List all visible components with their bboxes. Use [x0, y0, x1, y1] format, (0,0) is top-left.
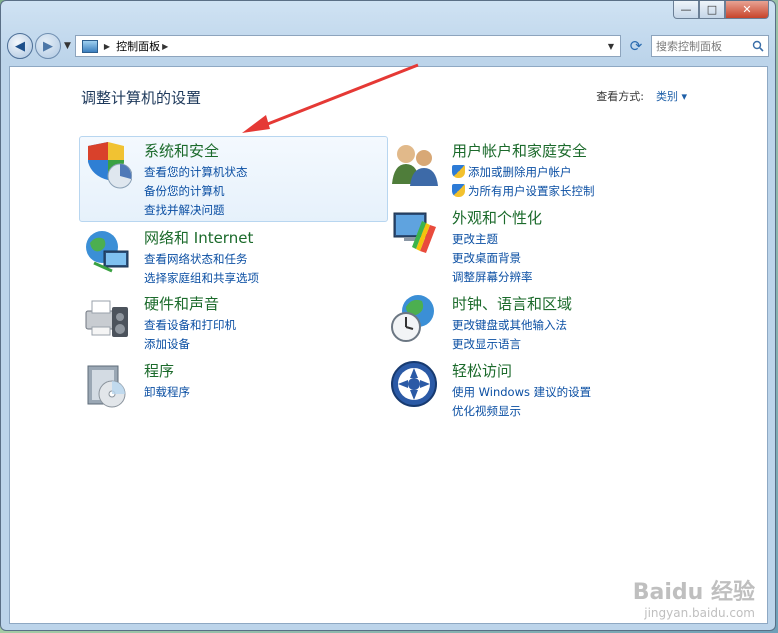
link-display-language[interactable]: 更改显示语言 [452, 334, 567, 353]
system-security-icon [88, 142, 132, 189]
link-add-remove-accounts[interactable]: 添加或删除用户帐户 [452, 162, 595, 181]
link-find-fix-problems[interactable]: 查找并解决问题 [144, 200, 248, 219]
link-network-status[interactable]: 查看网络状态和任务 [144, 249, 259, 268]
minimize-button[interactable]: — [673, 1, 699, 19]
network-icon [86, 231, 129, 273]
link-change-wallpaper[interactable]: 更改桌面背景 [452, 248, 533, 267]
address-dropdown-icon[interactable]: ▼ [608, 42, 614, 51]
link-uninstall-program[interactable]: 卸载程序 [144, 382, 190, 401]
ease-of-access-icon [391, 361, 437, 407]
category-title[interactable]: 外观和个性化 [452, 207, 542, 228]
close-button[interactable]: ✕ [725, 1, 769, 19]
view-by: 查看方式: 类别 ▾ [596, 88, 687, 104]
category-title[interactable]: 程序 [144, 360, 174, 381]
category-title[interactable]: 用户帐户和家庭安全 [452, 140, 587, 161]
back-button[interactable]: ◀ [7, 33, 33, 59]
link-recommended-settings[interactable]: 使用 Windows 建议的设置 [452, 382, 591, 401]
link-parental-controls[interactable]: 为所有用户设置家长控制 [452, 181, 595, 200]
user-accounts-icon [392, 145, 438, 186]
hardware-sound-icon [85, 300, 128, 337]
main-content: 调整计算机的设置 查看方式: 类别 ▾ 系统和安全 查看您的计算机状态 备份您的… [9, 63, 768, 624]
programs-icon [87, 365, 126, 408]
window-controls: — □ ✕ [673, 1, 769, 19]
view-by-dropdown[interactable]: 类别 ▾ [656, 88, 687, 104]
link-change-keyboard[interactable]: 更改键盘或其他输入法 [452, 315, 567, 334]
link-screen-resolution[interactable]: 调整屏幕分辨率 [452, 267, 533, 286]
link-backup-computer[interactable]: 备份您的计算机 [144, 181, 248, 200]
breadcrumb-separator-icon[interactable]: ▶ [162, 42, 168, 51]
category-hardware-sound[interactable]: 硬件和声音 查看设备和打印机 添加设备 [82, 293, 382, 353]
category-title[interactable]: 系统和安全 [144, 140, 219, 161]
category-network-internet[interactable]: 网络和 Internet 查看网络状态和任务 选择家庭组和共享选项 [82, 227, 382, 287]
link-view-computer-status[interactable]: 查看您的计算机状态 [144, 162, 248, 181]
watermark: Baidu 经验 jingyan.baidu.com [633, 574, 755, 620]
view-by-label: 查看方式: [596, 90, 644, 103]
appearance-icon [393, 212, 436, 253]
recent-pages-dropdown-icon[interactable]: ▼ [64, 41, 71, 51]
address-bar[interactable]: ▶ 控制面板 ▶ ▼ [74, 35, 621, 57]
clock-language-icon [391, 295, 434, 342]
annotation-arrow-icon [242, 63, 419, 133]
category-title[interactable]: 硬件和声音 [144, 293, 219, 314]
search-placeholder: 搜索控制面板 [656, 40, 722, 53]
search-icon[interactable] [752, 40, 764, 52]
title-bar: — □ ✕ [1, 1, 775, 25]
uac-shield-icon [452, 165, 465, 178]
control-panel-icon [81, 39, 98, 53]
search-input[interactable]: 搜索控制面板 [651, 35, 769, 57]
breadcrumb-control-panel[interactable]: 控制面板 [116, 38, 160, 54]
uac-shield-icon [452, 184, 465, 197]
watermark-sub: jingyan.baidu.com [644, 606, 755, 620]
category-appearance[interactable]: 外观和个性化 更改主题 更改桌面背景 调整屏幕分辨率 [390, 207, 690, 287]
forward-button[interactable]: ▶ [35, 33, 61, 59]
page-title: 调整计算机的设置 [81, 89, 202, 107]
category-ease-of-access[interactable]: 轻松访问 使用 Windows 建议的设置 优化视频显示 [390, 360, 690, 420]
control-panel-window: — □ ✕ ◀ ▶ ▼ ▶ 控制面板 ▶ ▼ ⟳ 搜索控制面板 调整计算机的设置… [0, 0, 776, 631]
link-add-device[interactable]: 添加设备 [144, 334, 236, 353]
category-user-accounts[interactable]: 用户帐户和家庭安全 添加或删除用户帐户 为所有用户设置家长控制 [390, 140, 690, 200]
category-title[interactable]: 时钟、语言和区域 [452, 293, 572, 314]
link-devices-printers[interactable]: 查看设备和打印机 [144, 315, 236, 334]
category-clock-language[interactable]: 时钟、语言和区域 更改键盘或其他输入法 更改显示语言 [390, 293, 690, 353]
refresh-icon[interactable]: ⟳ [625, 35, 647, 57]
category-title[interactable]: 网络和 Internet [144, 227, 253, 248]
category-programs[interactable]: 程序 卸载程序 [82, 360, 382, 410]
maximize-button[interactable]: □ [699, 1, 725, 19]
watermark-main: Baidu 经验 [632, 580, 755, 605]
breadcrumb-separator-icon[interactable]: ▶ [104, 42, 110, 51]
link-optimize-display[interactable]: 优化视频显示 [452, 401, 591, 420]
category-title[interactable]: 轻松访问 [452, 360, 512, 381]
link-homegroup-sharing[interactable]: 选择家庭组和共享选项 [144, 268, 259, 287]
category-system-security[interactable]: 系统和安全 查看您的计算机状态 备份您的计算机 查找并解决问题 [82, 140, 382, 220]
link-change-theme[interactable]: 更改主题 [452, 229, 533, 248]
